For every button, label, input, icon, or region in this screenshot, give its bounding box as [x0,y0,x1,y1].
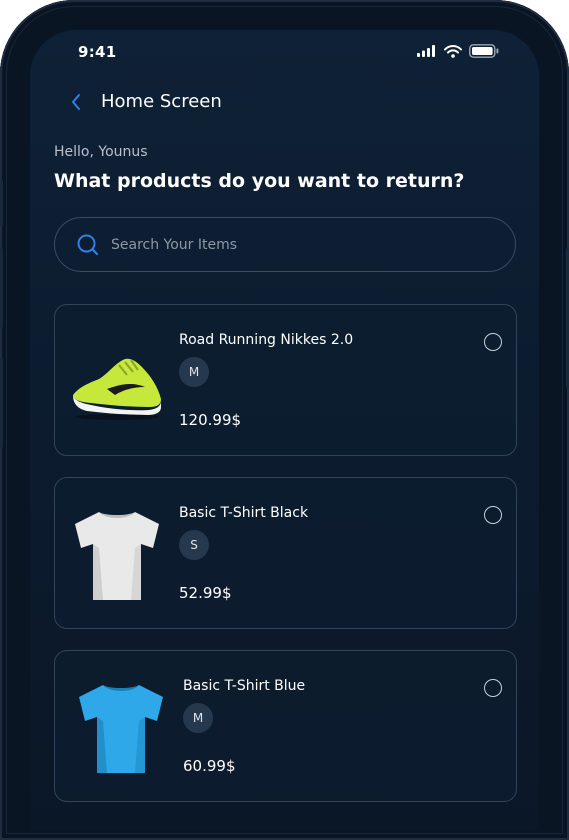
nav-title: Home Screen [101,91,222,112]
status-time: 9:41 [78,43,117,61]
size-badge: M [179,357,209,387]
product-name: Road Running Nikkes 2.0 [179,332,354,348]
product-card[interactable]: Basic T-Shirt Black S 52.99$ [54,477,517,629]
side-button [0,180,3,226]
white-tshirt-image [75,512,159,600]
search-bar[interactable] [54,217,516,272]
product-name: Basic T-Shirt Black [179,505,309,521]
search-input[interactable] [109,235,473,254]
phone-frame: 9:41 Home Screen Hello, Younus What prod… [0,0,569,840]
product-name: Basic T-Shirt Blue [183,678,306,694]
size-badge: M [183,703,213,733]
sneaker-image [73,358,161,420]
greeting-text: Hello, Younus [54,144,148,160]
blue-tshirt-image [79,685,163,773]
side-button [0,248,3,328]
select-radio[interactable] [484,333,502,351]
signal-icon [417,45,435,57]
page-title: What products do you want to return? [54,170,465,192]
back-chevron-icon [72,94,80,110]
app-screen: 9:41 Home Screen Hello, Younus What prod… [30,30,539,830]
select-radio[interactable] [484,506,502,524]
select-radio[interactable] [484,679,502,697]
product-price: 52.99$ [179,584,232,602]
product-price: 120.99$ [179,411,242,429]
product-card[interactable]: Basic T-Shirt Blue M 60.99$ [54,650,517,802]
size-badge: S [179,530,209,560]
product-price: 60.99$ [183,757,236,775]
product-card[interactable]: Road Running Nikkes 2.0 M 120.99$ [54,304,517,456]
battery-icon [469,44,499,58]
wifi-icon [444,44,462,58]
side-button [0,358,3,448]
back-button[interactable] [64,90,88,114]
search-icon [77,234,98,255]
status-icons [417,44,499,58]
